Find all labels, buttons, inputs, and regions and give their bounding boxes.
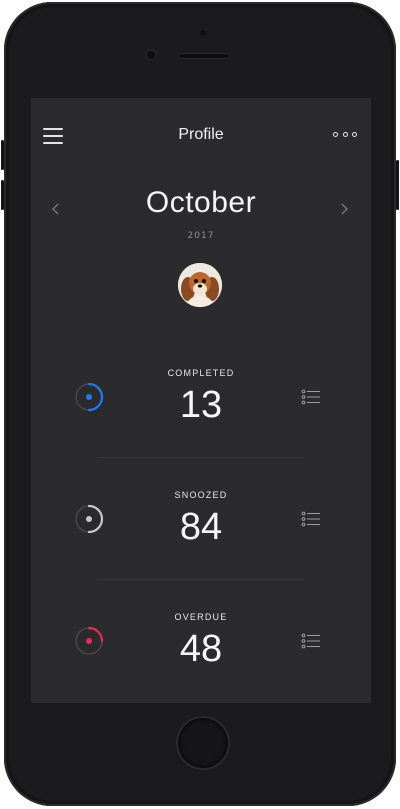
page-title: Profile bbox=[178, 126, 224, 143]
front-camera bbox=[147, 51, 155, 59]
stat-label: COMPLETED bbox=[167, 368, 235, 378]
month-label: October bbox=[145, 186, 257, 219]
dog-avatar-image bbox=[178, 263, 222, 307]
progress-ring-icon bbox=[75, 626, 104, 655]
sensor-dot bbox=[200, 30, 206, 36]
earpiece-speaker bbox=[178, 53, 230, 59]
progress-ring-icon bbox=[75, 504, 104, 534]
app-screen: Profile October 2017 COMPLETED 13 SNOOZE… bbox=[31, 98, 371, 703]
progress-ring-icon bbox=[75, 382, 104, 412]
stat-completed: COMPLETED 13 bbox=[31, 368, 371, 490]
chevron-right-icon[interactable] bbox=[339, 202, 349, 216]
year-label: 2017 bbox=[187, 231, 215, 241]
list-icon[interactable] bbox=[301, 511, 321, 527]
home-button[interactable] bbox=[178, 718, 228, 768]
stat-label: SNOOZED bbox=[174, 490, 228, 500]
power-button bbox=[396, 160, 399, 210]
list-icon[interactable] bbox=[301, 389, 321, 405]
list-icon[interactable] bbox=[301, 633, 321, 649]
stat-label: OVERDUE bbox=[174, 612, 228, 622]
volume-up-button bbox=[1, 140, 4, 170]
divider bbox=[97, 579, 305, 580]
divider bbox=[97, 457, 305, 458]
stat-snoozed: SNOOZED 84 bbox=[31, 490, 371, 612]
avatar[interactable] bbox=[178, 263, 222, 307]
more-options-icon[interactable] bbox=[333, 132, 357, 140]
stat-overdue: OVERDUE 48 bbox=[31, 612, 371, 703]
volume-down-button bbox=[1, 180, 4, 210]
